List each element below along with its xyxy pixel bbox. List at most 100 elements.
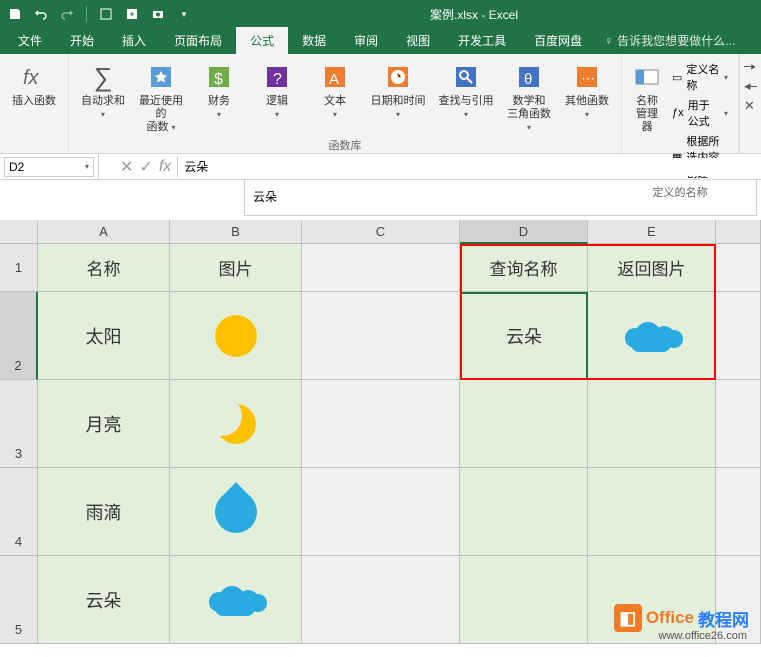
fx-bar-icon[interactable]: fx xyxy=(159,158,171,176)
tab-file[interactable]: 文件 xyxy=(4,27,56,54)
cell-c5[interactable] xyxy=(302,556,460,644)
moon-icon xyxy=(216,404,256,444)
watermark: ◧ Office教程网 xyxy=(614,604,749,632)
select-all-corner[interactable] xyxy=(0,220,38,244)
bulb-icon: ♀ xyxy=(604,34,613,48)
tell-me-input[interactable]: ♀告诉我您想要做什么... xyxy=(596,27,743,54)
cell-f4[interactable] xyxy=(716,468,761,556)
recent-button[interactable]: 最近使用的 函数 ▾ xyxy=(133,58,189,137)
cell-e4[interactable] xyxy=(588,468,716,556)
tab-layout[interactable]: 页面布局 xyxy=(160,27,236,54)
cloud-icon xyxy=(209,584,263,616)
cancel-icon[interactable]: ✕ xyxy=(120,157,133,177)
cell-a3[interactable]: 月亮 xyxy=(38,380,170,468)
text-button[interactable]: A文本▾ xyxy=(307,58,363,124)
more-icon: ⋯ xyxy=(571,61,603,93)
cell-b5[interactable] xyxy=(170,556,302,644)
define-name-button[interactable]: ▭定义名称 ▾ xyxy=(670,60,730,94)
svg-text:θ: θ xyxy=(524,71,532,88)
cell-d1[interactable]: 查询名称 xyxy=(460,244,588,292)
cell-f3[interactable] xyxy=(716,380,761,468)
cell-c2[interactable] xyxy=(302,292,460,380)
star-icon xyxy=(145,61,177,93)
svg-text:⋯: ⋯ xyxy=(581,70,595,86)
col-head-c[interactable]: C xyxy=(302,220,460,244)
cell-a5[interactable]: 云朵 xyxy=(38,556,170,644)
row-head-1[interactable]: 1 xyxy=(0,244,38,292)
undo-icon[interactable] xyxy=(32,5,50,23)
row-head-2[interactable]: 2 xyxy=(0,292,38,380)
cell-f2[interactable] xyxy=(716,292,761,380)
question-icon: ? xyxy=(261,61,293,93)
cell-e1[interactable]: 返回图片 xyxy=(588,244,716,292)
logical-button[interactable]: ?逻辑▾ xyxy=(249,58,305,124)
cell-e2[interactable] xyxy=(588,292,716,380)
cell-c1[interactable] xyxy=(302,244,460,292)
cell-b2[interactable] xyxy=(170,292,302,380)
col-head-extra[interactable] xyxy=(716,220,761,244)
trace-precedents-icon[interactable]: ⎯▸ xyxy=(744,58,757,74)
col-head-d[interactable]: D xyxy=(460,220,588,244)
row-head-5[interactable]: 5 xyxy=(0,556,38,644)
new-file-icon[interactable] xyxy=(123,5,141,23)
cell-f1[interactable] xyxy=(716,244,761,292)
datetime-button[interactable]: 日期和时间▾ xyxy=(365,58,431,124)
cell-d3[interactable] xyxy=(460,380,588,468)
cell-a1[interactable]: 名称 xyxy=(38,244,170,292)
tag-icon: ▭ xyxy=(672,71,682,84)
new-window-icon[interactable] xyxy=(97,5,115,23)
svg-text:A: A xyxy=(329,71,339,88)
save-icon[interactable] xyxy=(6,5,24,23)
autosum-button[interactable]: ∑自动求和▾ xyxy=(75,58,131,124)
theta-icon: θ xyxy=(513,61,545,93)
financial-button[interactable]: $财务▾ xyxy=(191,58,247,124)
name-tag-icon xyxy=(631,61,663,93)
tab-home[interactable]: 开始 xyxy=(56,27,108,54)
tab-insert[interactable]: 插入 xyxy=(108,27,160,54)
clock-icon xyxy=(382,61,414,93)
insert-function-button[interactable]: fx 插入函数 xyxy=(6,58,62,111)
confirm-icon[interactable]: ✓ xyxy=(139,157,152,177)
tab-view[interactable]: 视图 xyxy=(392,27,444,54)
cell-a2[interactable]: 太阳 xyxy=(38,292,170,380)
lookup-button[interactable]: 查找与引用▾ xyxy=(433,58,499,124)
cell-b1[interactable]: 图片 xyxy=(170,244,302,292)
group-label-names: 定义的名称 xyxy=(652,184,707,200)
math-button[interactable]: θ数学和 三角函数 ▾ xyxy=(501,58,557,137)
name-box-dropdown-icon[interactable]: ▾ xyxy=(85,162,89,171)
cell-e3[interactable] xyxy=(588,380,716,468)
use-in-formula-button[interactable]: ƒx用于公式 ▾ xyxy=(670,96,730,130)
tab-devtools[interactable]: 开发工具 xyxy=(444,27,520,54)
col-head-e[interactable]: E xyxy=(588,220,716,244)
tab-data[interactable]: 数据 xyxy=(288,27,340,54)
fx-icon: fx xyxy=(18,61,50,93)
tab-formulas[interactable]: 公式 xyxy=(236,27,288,54)
cell-d4[interactable] xyxy=(460,468,588,556)
redo-icon[interactable] xyxy=(58,5,76,23)
name-box[interactable]: D2▾ xyxy=(4,157,94,177)
qat-customize-icon[interactable]: ▾ xyxy=(175,5,193,23)
tab-review[interactable]: 审阅 xyxy=(340,27,392,54)
name-manager-button[interactable]: 名称 管理器 xyxy=(628,58,666,137)
tab-netdisk[interactable]: 百度网盘 xyxy=(520,27,596,54)
cell-a4[interactable]: 雨滴 xyxy=(38,468,170,556)
cell-c4[interactable] xyxy=(302,468,460,556)
remove-arrows-icon[interactable]: ✕ xyxy=(744,98,757,114)
other-func-button[interactable]: ⋯其他函数▾ xyxy=(559,58,615,124)
raindrop-icon xyxy=(206,482,265,541)
col-head-b[interactable]: B xyxy=(170,220,302,244)
cell-b3[interactable] xyxy=(170,380,302,468)
row-head-3[interactable]: 3 xyxy=(0,380,38,468)
cell-d2[interactable]: 云朵 xyxy=(460,292,588,380)
formula-bar-input[interactable] xyxy=(178,158,761,176)
cell-c3[interactable] xyxy=(302,380,460,468)
text-icon: A xyxy=(319,61,351,93)
camera-icon[interactable] xyxy=(149,5,167,23)
window-title: 案例.xlsx - Excel xyxy=(193,6,755,23)
cell-b4[interactable] xyxy=(170,468,302,556)
col-head-a[interactable]: A xyxy=(38,220,170,244)
sun-icon xyxy=(215,315,257,357)
cell-d5[interactable] xyxy=(460,556,588,644)
trace-dependents-icon[interactable]: ◂⎯ xyxy=(744,78,757,94)
row-head-4[interactable]: 4 xyxy=(0,468,38,556)
